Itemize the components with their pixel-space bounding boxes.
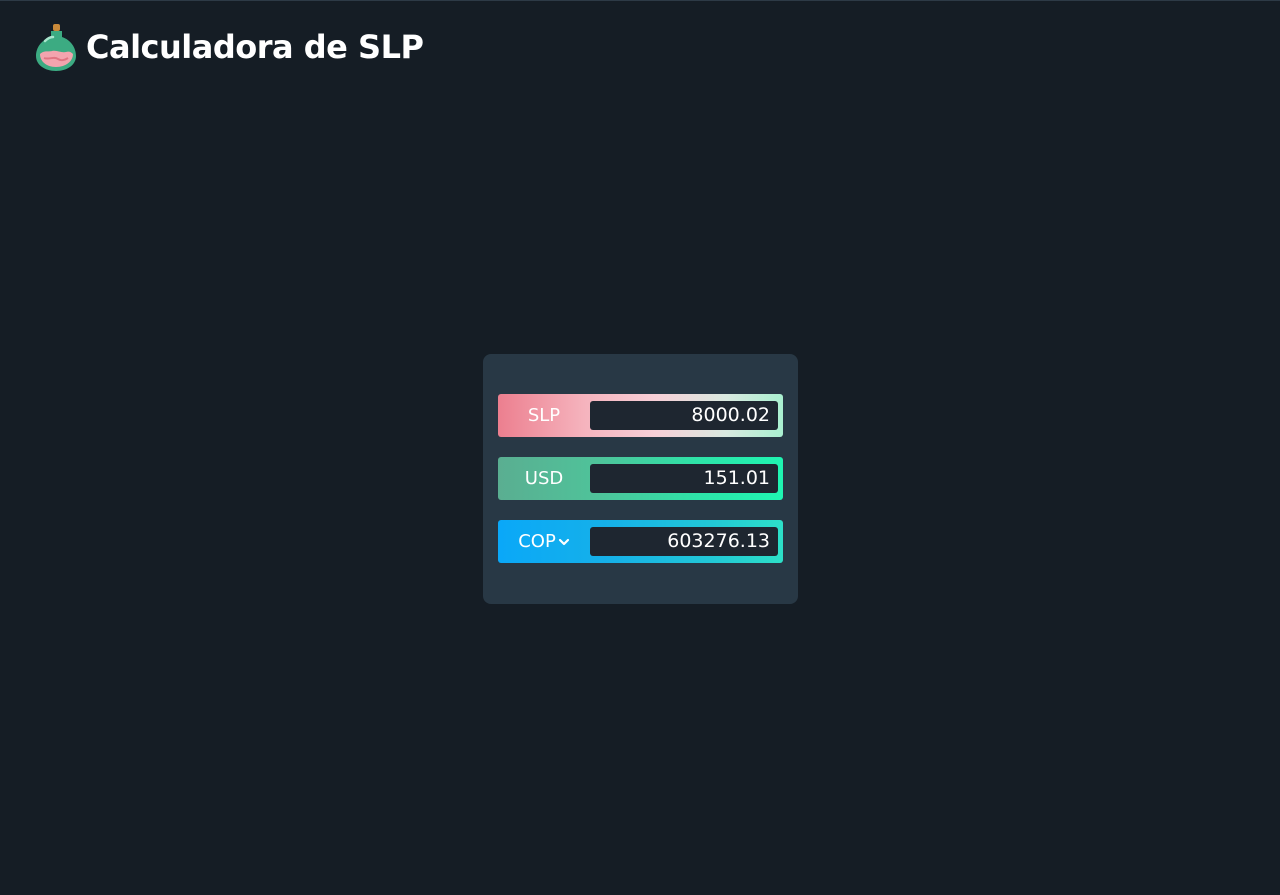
potion-bottle-icon [36, 24, 76, 71]
currency-select-value: COP [518, 531, 556, 552]
chevron-down-icon [558, 538, 569, 545]
usd-amount-input[interactable] [590, 464, 778, 493]
slp-row: SLP [498, 394, 783, 437]
slp-currency-label: SLP [527, 405, 561, 426]
usd-row: USD [498, 457, 783, 500]
page-header: Calculadora de SLP [34, 22, 424, 72]
converter-card: SLP USD COP [483, 354, 798, 604]
usd-currency-label: USD [524, 468, 564, 489]
top-divider [0, 0, 1280, 1]
cop-row: COP [498, 520, 783, 563]
cop-amount-input[interactable] [590, 527, 778, 556]
currency-select[interactable]: COP [498, 531, 590, 552]
slp-amount-input[interactable] [590, 401, 778, 430]
page-title: Calculadora de SLP [86, 28, 424, 66]
